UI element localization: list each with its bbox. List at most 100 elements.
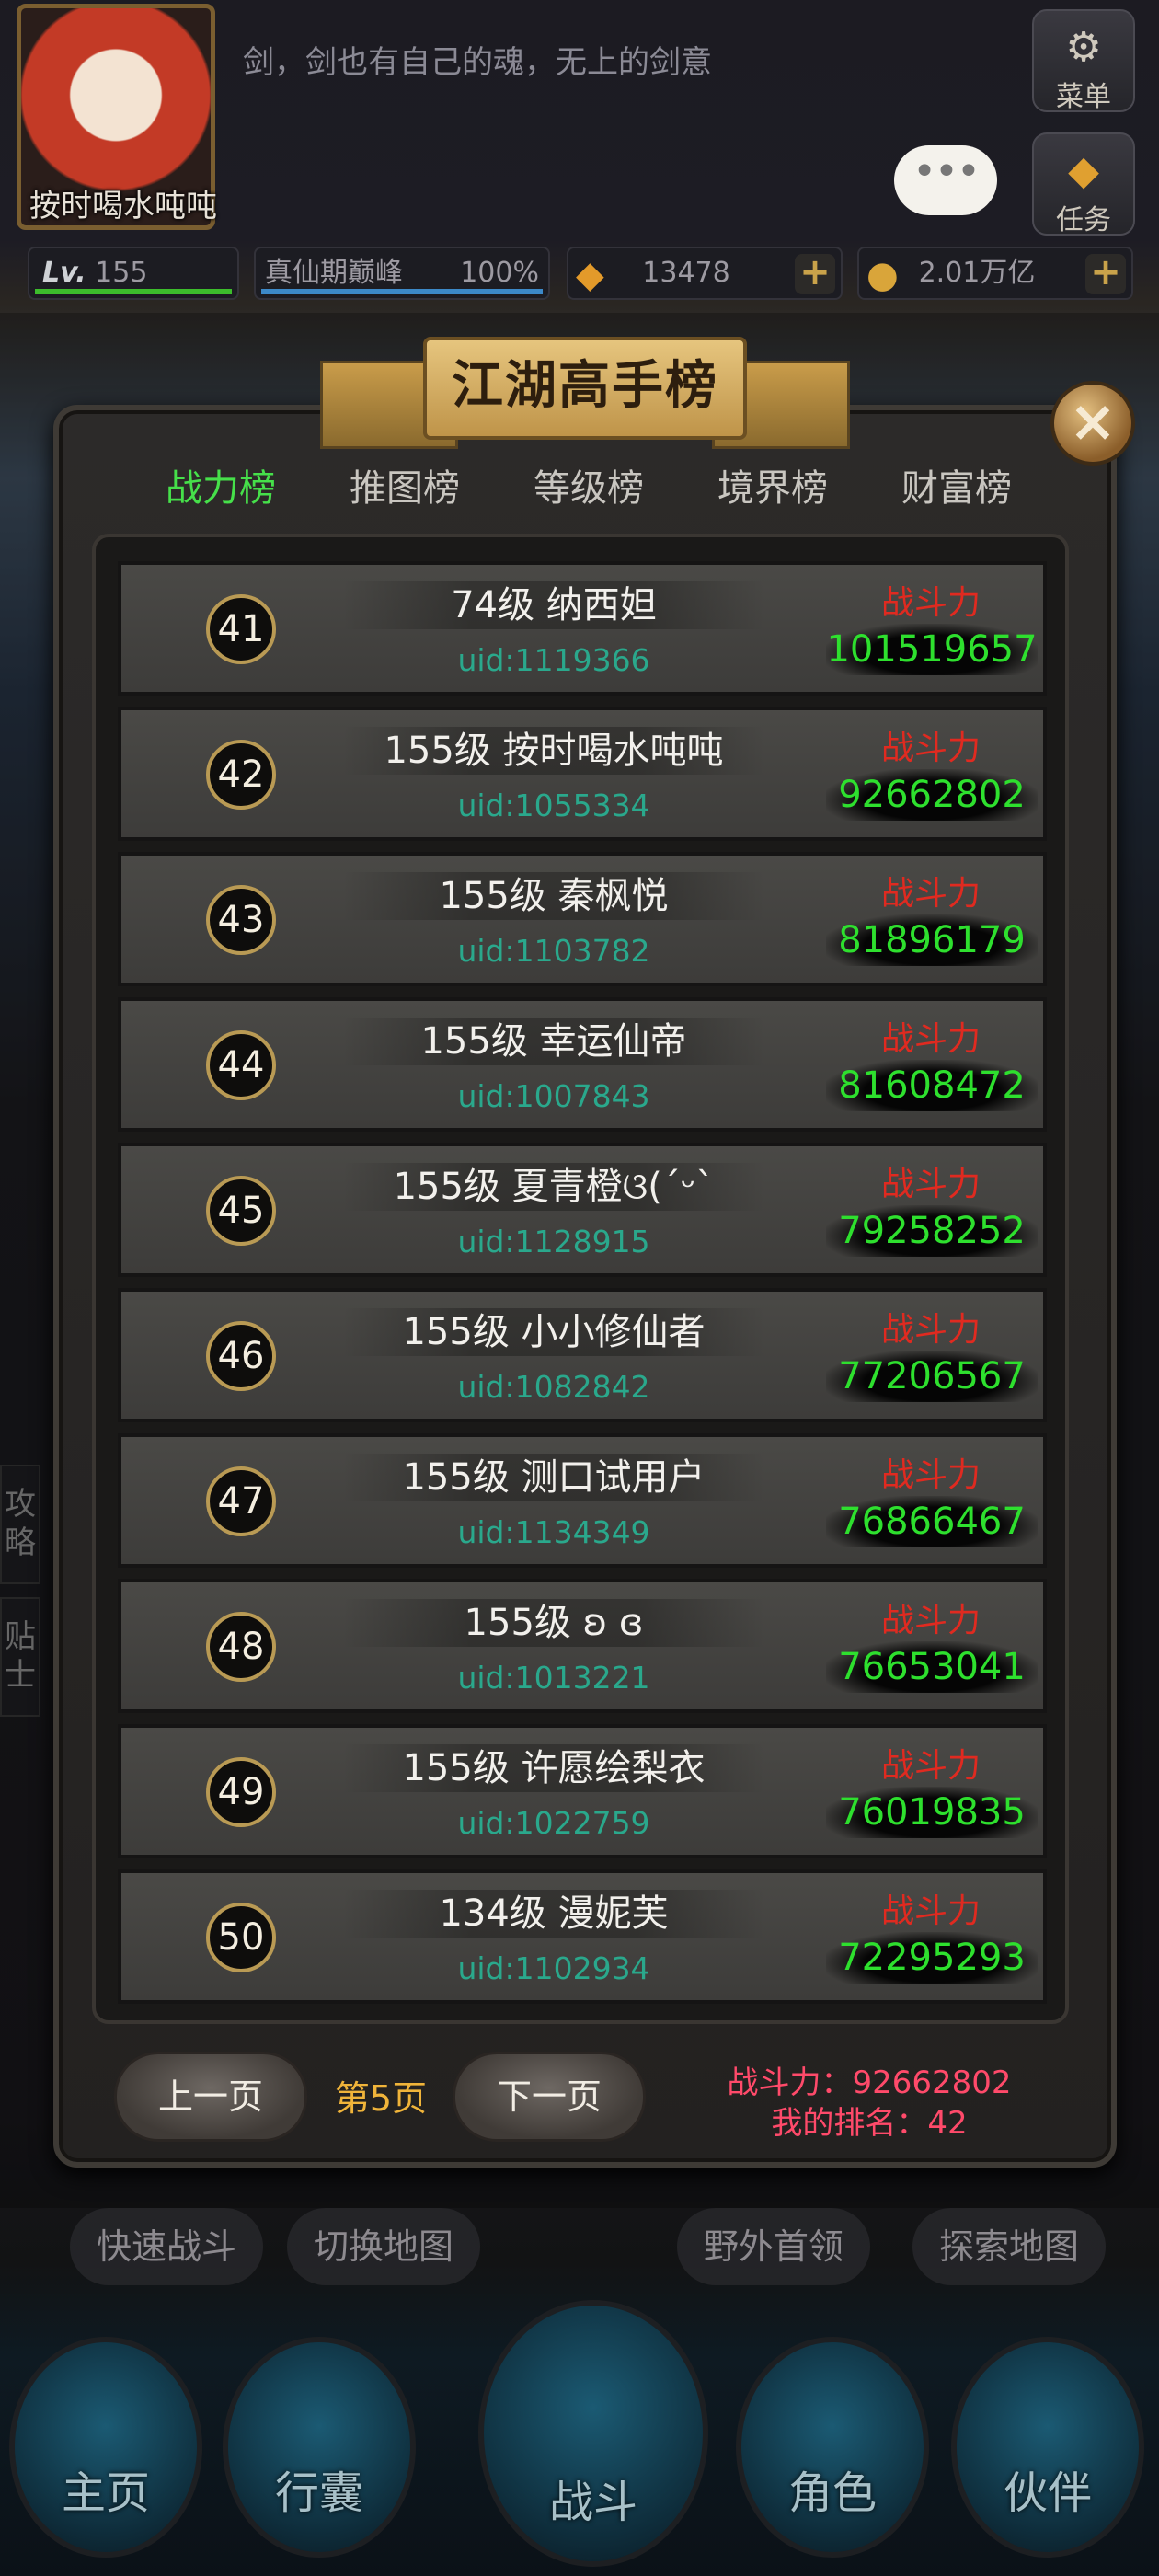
realm-bar bbox=[261, 289, 543, 294]
leaderboard-tabs: 战力榜 推图榜 等级榜 境界榜 财富榜 bbox=[129, 456, 1049, 521]
tab-wealth[interactable]: 财富榜 bbox=[865, 456, 1049, 521]
prev-page-button[interactable]: 上一页 bbox=[114, 2052, 307, 2142]
rank-badge: 42 bbox=[206, 740, 276, 810]
field-boss-button[interactable]: 野外首领 bbox=[677, 2208, 870, 2285]
nav-character[interactable]: 角色 bbox=[736, 2337, 929, 2558]
power-value: 76866467 bbox=[826, 1496, 1038, 1547]
gem-icon: ◆ bbox=[576, 254, 604, 296]
rank-badge: 48 bbox=[206, 1612, 276, 1682]
player-level-name: 155级 ʚ ɞ bbox=[342, 1599, 765, 1647]
rank-badge: 47 bbox=[206, 1466, 276, 1536]
nav-bag[interactable]: 行囊 bbox=[223, 2337, 416, 2558]
nav-partner-label: 伙伴 bbox=[1003, 2467, 1092, 2519]
add-gold-button[interactable]: + bbox=[1085, 254, 1126, 294]
leaderboard-title: 江湖高手榜 bbox=[452, 356, 718, 416]
gem-amount: 13478 bbox=[642, 257, 730, 289]
player-uid: uid:1013221 bbox=[457, 1660, 650, 1696]
ranking-row[interactable]: 46 155级 小小修仙者 uid:1082842 战斗力 77206567 bbox=[118, 1288, 1047, 1422]
player-uid: uid:1082842 bbox=[457, 1369, 650, 1405]
gold-amount: 2.01万亿 bbox=[918, 257, 1036, 289]
tab-power[interactable]: 战力榜 bbox=[129, 456, 313, 521]
task-button[interactable]: ◆ 任务 bbox=[1032, 132, 1135, 236]
rank-badge: 50 bbox=[206, 1903, 276, 1972]
player-uid: uid:1103782 bbox=[457, 933, 650, 969]
rank-badge: 41 bbox=[206, 594, 276, 664]
ranking-list: 41 74级 纳西妲 uid:1119366 战斗力 101519657 42 … bbox=[92, 534, 1069, 2024]
ranking-row[interactable]: 44 155级 幸运仙帝 uid:1007843 战斗力 81608472 bbox=[118, 997, 1047, 1132]
tab-stage[interactable]: 推图榜 bbox=[313, 456, 497, 521]
power-value: 79258252 bbox=[826, 1205, 1038, 1257]
close-icon: × bbox=[1069, 387, 1117, 454]
task-lamp-icon: ◆ bbox=[1068, 147, 1099, 194]
ranking-row[interactable]: 50 134级 漫妮芙 uid:1102934 战斗力 72295293 bbox=[118, 1869, 1047, 2004]
ranking-row[interactable]: 49 155级 许愿绘梨衣 uid:1022759 战斗力 76019835 bbox=[118, 1724, 1047, 1858]
rank-badge: 45 bbox=[206, 1176, 276, 1246]
player-uid: uid:1007843 bbox=[457, 1078, 650, 1114]
nav-battle[interactable]: 战斗 bbox=[478, 2300, 708, 2567]
menu-label: 菜单 bbox=[1056, 81, 1111, 113]
close-button[interactable]: × bbox=[1050, 381, 1135, 466]
player-level-name: 155级 小小修仙者 bbox=[342, 1308, 765, 1356]
rank-badge: 44 bbox=[206, 1030, 276, 1100]
explore-map-button[interactable]: 探索地图 bbox=[912, 2208, 1106, 2285]
menu-button[interactable]: ⚙ 菜单 bbox=[1032, 9, 1135, 113]
ranking-row[interactable]: 47 155级 测口试用户 uid:1134349 战斗力 76866467 bbox=[118, 1433, 1047, 1568]
level-display: Lv. 155 bbox=[28, 247, 239, 300]
power-label: 战斗力 bbox=[880, 730, 981, 767]
power-value: 77206567 bbox=[826, 1351, 1038, 1402]
exp-bar-fill bbox=[35, 289, 232, 294]
player-uid: uid:1022759 bbox=[457, 1805, 650, 1841]
nav-partner[interactable]: 伙伴 bbox=[951, 2337, 1144, 2558]
gear-icon: ⚙ bbox=[1065, 24, 1102, 71]
power-value: 92662802 bbox=[826, 769, 1038, 821]
power-label: 战斗力 bbox=[880, 1602, 981, 1639]
player-uid: uid:1119366 bbox=[457, 642, 650, 678]
player-level-name: 155级 测口试用户 bbox=[342, 1454, 765, 1501]
quick-battle-button[interactable]: 快速战斗 bbox=[70, 2208, 263, 2285]
gold-counter: ● 2.01万亿 + bbox=[857, 247, 1133, 300]
power-label: 战斗力 bbox=[880, 1020, 981, 1058]
ranking-row[interactable]: 41 74级 纳西妲 uid:1119366 战斗力 101519657 bbox=[118, 561, 1047, 696]
page-number: 第5页 bbox=[334, 2078, 428, 2119]
player-uid: uid:1055334 bbox=[457, 788, 650, 823]
gold-coin-icon: ● bbox=[866, 254, 899, 296]
game-screen: 按时喝水吨吨 剑，剑也有自己的魂，无上的剑意 ⚙ 菜单 ◆ 任务 ••• Lv.… bbox=[0, 0, 1159, 2576]
level-value: 155 bbox=[95, 257, 148, 289]
realm-name: 真仙期巅峰 bbox=[265, 257, 403, 289]
player-level-name: 74级 纳西妲 bbox=[342, 581, 765, 629]
ranking-row[interactable]: 42 155级 按时喝水吨吨 uid:1055334 战斗力 92662802 bbox=[118, 707, 1047, 841]
my-rank: 我的排名：42 bbox=[771, 2105, 968, 2142]
power-value: 101519657 bbox=[826, 624, 1038, 675]
ranking-row[interactable]: 43 155级 秦枫悦 uid:1103782 战斗力 81896179 bbox=[118, 852, 1047, 986]
nav-bag-label: 行囊 bbox=[274, 2467, 363, 2519]
player-uid: uid:1102934 bbox=[457, 1950, 650, 1986]
next-page-button[interactable]: 下一页 bbox=[453, 2052, 646, 2142]
task-label: 任务 bbox=[1056, 204, 1111, 236]
player-name: 按时喝水吨吨 bbox=[29, 188, 217, 224]
player-level-name: 155级 夏青橙ଓ(ˊᵕˋ bbox=[342, 1163, 765, 1211]
banner-plaque: 江湖高手榜 bbox=[423, 337, 747, 440]
chat-bubble-button[interactable]: ••• bbox=[894, 145, 997, 215]
power-label: 战斗力 bbox=[880, 1747, 981, 1785]
player-uid: uid:1134349 bbox=[457, 1514, 650, 1550]
level-prefix: Lv. bbox=[42, 257, 86, 289]
nav-character-label: 角色 bbox=[787, 2467, 877, 2519]
my-power: 战斗力：92662802 bbox=[727, 2064, 1012, 2101]
nav-home[interactable]: 主页 bbox=[9, 2337, 202, 2558]
power-value: 81896179 bbox=[826, 914, 1038, 966]
player-motto: 剑，剑也有自己的魂，无上的剑意 bbox=[243, 44, 712, 81]
nav-home-label: 主页 bbox=[61, 2467, 150, 2519]
player-level-name: 134级 漫妮芙 bbox=[342, 1890, 765, 1938]
ranking-row[interactable]: 48 155级 ʚ ɞ uid:1013221 战斗力 76653041 bbox=[118, 1579, 1047, 1713]
tab-realm[interactable]: 境界榜 bbox=[681, 456, 865, 521]
power-label: 战斗力 bbox=[880, 1456, 981, 1494]
tab-level[interactable]: 等级榜 bbox=[497, 456, 681, 521]
nav-battle-label: 战斗 bbox=[548, 2477, 637, 2528]
realm-bar-fill bbox=[261, 289, 543, 294]
power-label: 战斗力 bbox=[880, 1166, 981, 1203]
ranking-row[interactable]: 45 155级 夏青橙ଓ(ˊᵕˋ uid:1128915 战斗力 7925825… bbox=[118, 1143, 1047, 1277]
switch-map-button[interactable]: 切换地图 bbox=[287, 2208, 480, 2285]
power-label: 战斗力 bbox=[880, 584, 981, 622]
title-banner: 江湖高手榜 bbox=[320, 324, 850, 453]
add-gems-button[interactable]: + bbox=[795, 254, 835, 294]
